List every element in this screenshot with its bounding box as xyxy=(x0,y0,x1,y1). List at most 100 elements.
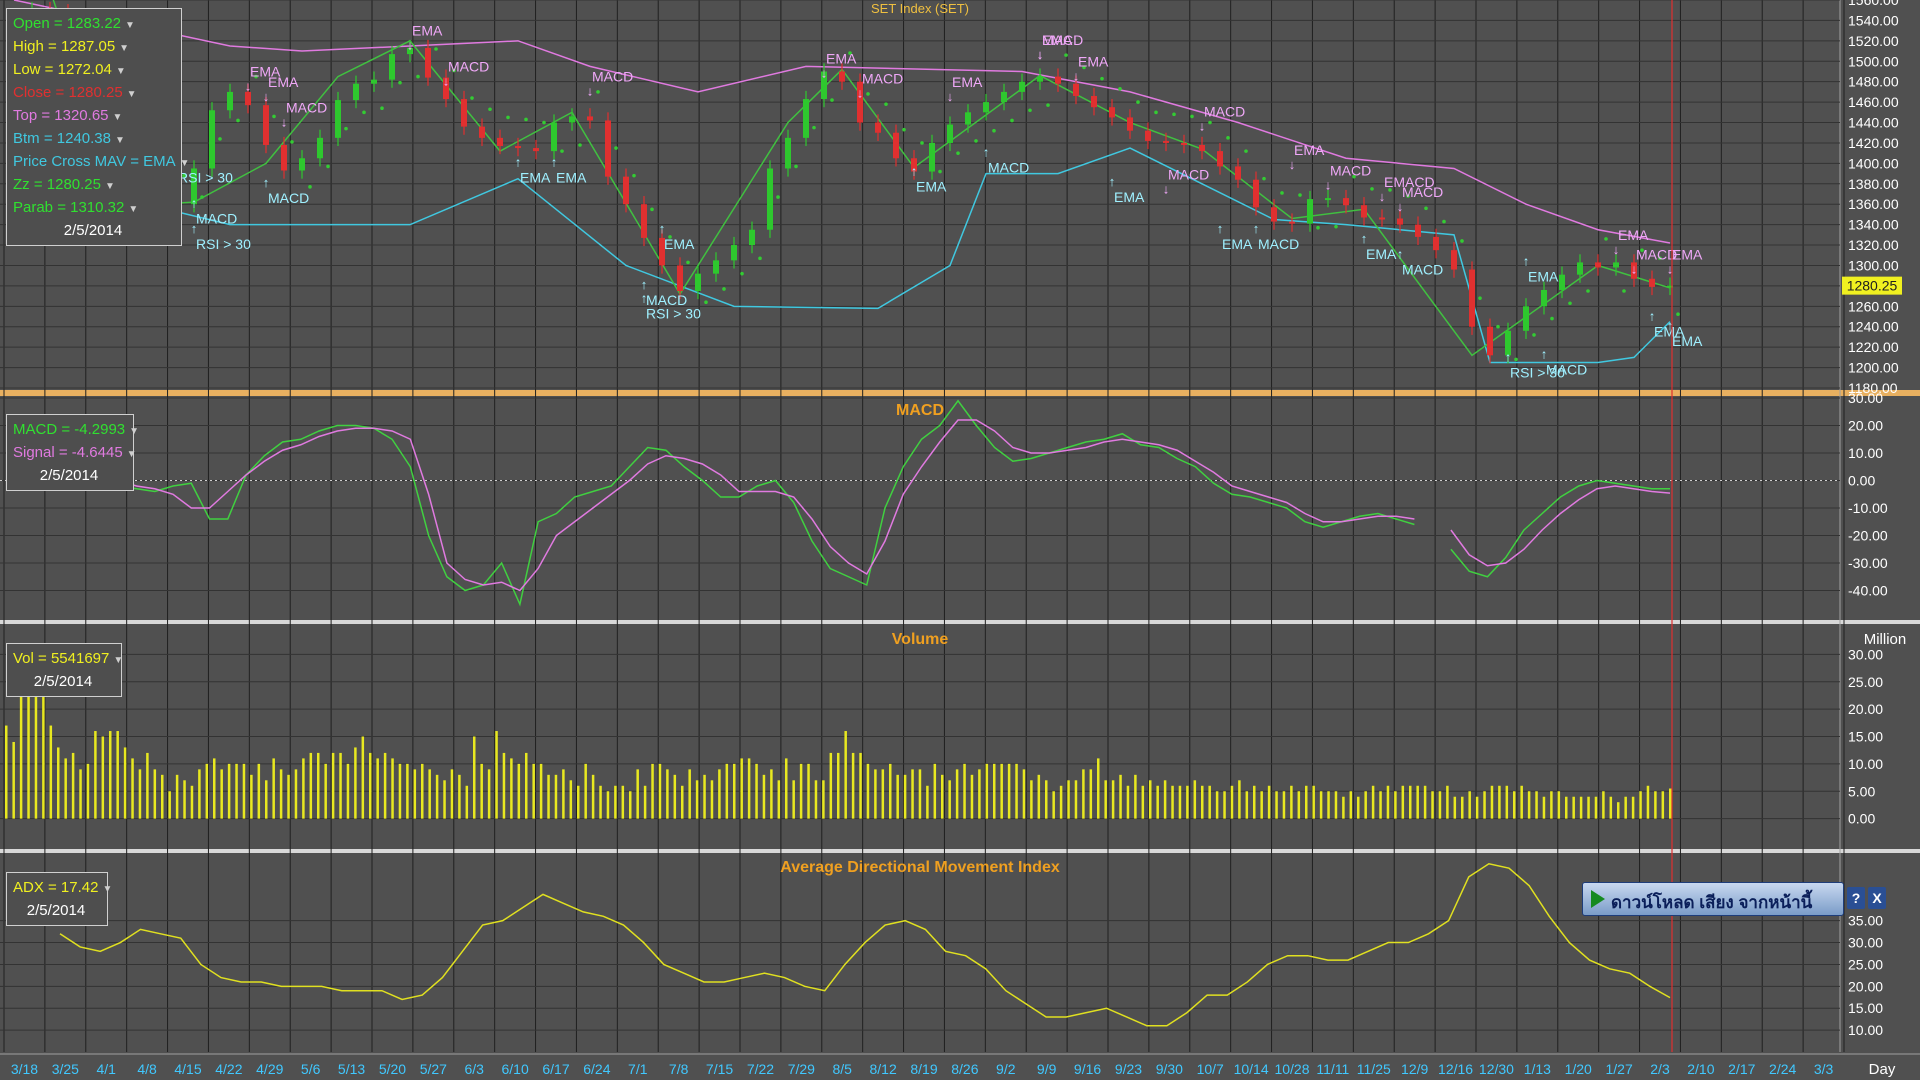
signal-label: MACD xyxy=(862,71,903,87)
play-icon[interactable] xyxy=(1591,890,1605,908)
y-axis-tick-label: 1360.00 xyxy=(1848,196,1899,212)
candle-body xyxy=(227,91,233,111)
parabolic-sar-dot xyxy=(488,107,492,112)
dropdown-arrow-icon[interactable]: ▼ xyxy=(105,181,115,192)
signal-arrow-icon: ↓ xyxy=(857,86,864,101)
candle-body xyxy=(281,144,287,171)
candle-body xyxy=(317,137,323,159)
y-axis-tick-label: 10.00 xyxy=(1848,756,1883,772)
volume-bar xyxy=(829,752,833,819)
dropdown-arrow-icon[interactable]: ▼ xyxy=(113,112,123,123)
dropdown-arrow-icon[interactable]: ▼ xyxy=(113,655,123,666)
dropdown-arrow-icon[interactable]: ▼ xyxy=(127,449,137,460)
volume-info-box: Vol = 5541697 ▼ 2/5/2014 xyxy=(6,643,123,697)
download-audio-popup[interactable]: ดาวน์โหลด เสียง จากหน้านี้ ? X xyxy=(1582,882,1886,916)
dropdown-arrow-icon[interactable]: ▼ xyxy=(102,884,112,895)
volume-bar xyxy=(822,780,825,819)
volume-bar xyxy=(1394,791,1397,819)
dropdown-arrow-icon[interactable]: ▼ xyxy=(119,43,129,54)
signal-arrow-icon: ↑ xyxy=(1523,254,1530,269)
candle-body xyxy=(569,116,575,123)
volume-bar xyxy=(1290,785,1293,819)
volume-bar xyxy=(532,763,535,819)
help-button[interactable]: ? xyxy=(1847,887,1865,909)
candle-body xyxy=(641,204,647,238)
parabolic-sar-dot xyxy=(1028,108,1032,113)
dropdown-arrow-icon[interactable]: ▼ xyxy=(116,66,126,77)
y-axis-tick-label: 25.00 xyxy=(1848,956,1883,972)
volume-bar xyxy=(465,785,469,819)
y-axis-tick-label: 35.00 xyxy=(1848,913,1883,929)
candle-body xyxy=(965,112,971,125)
candle-body xyxy=(1577,262,1583,275)
volume-bar xyxy=(1045,780,1048,819)
volume-bar xyxy=(718,769,721,819)
chart-window: 3/18 3/25 4/1 4/8 4/15 4/22 4/29 5/6 5/13 5/20 5/2… xyxy=(0,0,1920,1080)
candle-body xyxy=(1613,262,1619,268)
y-axis-tick-label: 10.00 xyxy=(1848,445,1883,461)
volume-bar xyxy=(933,763,937,819)
parabolic-sar-dot xyxy=(398,80,402,85)
signal-arrow-icon: ↑ xyxy=(1253,221,1260,236)
close-button[interactable]: X xyxy=(1868,887,1886,909)
parabolic-sar-dot xyxy=(1262,176,1266,181)
volume-bar xyxy=(168,791,171,819)
candle-body xyxy=(839,71,845,82)
panel-title: Volume xyxy=(892,631,949,648)
parabolic-sar-dot xyxy=(686,260,690,265)
volume-bar xyxy=(79,769,82,819)
y-axis-tick-label: 1260.00 xyxy=(1848,298,1899,314)
parabolic-sar-dot xyxy=(1514,357,1518,362)
candle-body xyxy=(1523,306,1529,331)
signal-arrow-icon: ↑ xyxy=(263,175,270,190)
candle-body xyxy=(1127,117,1133,131)
volume-bar xyxy=(1587,796,1590,819)
x-axis-unit-label: Day xyxy=(1869,1061,1896,1078)
y-axis-tick-label: 10.00 xyxy=(1848,1022,1883,1038)
volume-bar xyxy=(1319,791,1323,819)
volume-bar xyxy=(1594,796,1598,819)
download-audio-label[interactable]: ดาวน์โหลด เสียง จากหน้านี้ xyxy=(1611,889,1812,916)
dropdown-arrow-icon[interactable]: ▼ xyxy=(125,20,135,31)
dropdown-arrow-icon[interactable]: ▼ xyxy=(115,135,125,146)
dropdown-arrow-icon[interactable]: ▼ xyxy=(180,158,190,169)
candle-body xyxy=(929,142,935,172)
volume-bar xyxy=(1602,791,1605,819)
candle-body xyxy=(893,132,899,159)
volume-bar xyxy=(1223,791,1226,819)
dropdown-arrow-icon[interactable]: ▼ xyxy=(129,426,139,437)
x-axis-tick-label: 9/2 xyxy=(996,1061,1016,1077)
parabolic-sar-dot xyxy=(1316,225,1320,230)
close-value: Close = 1280.25 xyxy=(13,84,123,101)
signal-arrow-icon: ↑ xyxy=(551,154,558,169)
chart-svg[interactable]: 3/18 3/25 4/1 4/8 4/15 4/22 4/29 5/6 5/13 5/20 5/2… xyxy=(0,0,1920,1080)
x-axis-tick-label: 2/17 xyxy=(1728,1061,1755,1077)
volume-bar xyxy=(175,774,179,819)
signal-label: MACD xyxy=(1402,261,1443,277)
zigzag-value: Zz = 1280.25 xyxy=(13,176,101,193)
parabolic-sar-dot xyxy=(956,151,960,155)
candle-body xyxy=(1199,144,1205,152)
x-axis-tick-label: 5/6 xyxy=(301,1061,321,1077)
dropdown-arrow-icon[interactable]: ▼ xyxy=(128,204,138,215)
signal-arrow-icon: ↓ xyxy=(821,65,828,80)
candle-body xyxy=(1289,221,1295,224)
price-cross-mav: Price Cross MAV = EMA xyxy=(13,153,176,170)
volume-bar xyxy=(279,769,283,819)
volume-bar xyxy=(346,763,350,819)
volume-bar xyxy=(302,758,305,819)
y-axis-tick-label: 1340.00 xyxy=(1848,217,1899,233)
volume-bar xyxy=(740,758,743,819)
volume-bar xyxy=(317,752,320,819)
candle-body xyxy=(1091,95,1097,108)
volume-bar xyxy=(1490,785,1494,819)
adx-date: 2/5/2014 xyxy=(26,902,86,919)
signal-arrow-icon: ↓ xyxy=(1289,157,1296,172)
volume-bar xyxy=(287,774,290,819)
signal-label: EMA xyxy=(664,236,695,252)
parabolic-sar-dot xyxy=(794,164,798,169)
x-axis-tick-label: 8/19 xyxy=(910,1061,937,1077)
dropdown-arrow-icon[interactable]: ▼ xyxy=(127,89,137,100)
macd-value: MACD = -4.2993 xyxy=(13,421,126,438)
high-value: High = 1287.05 xyxy=(13,38,116,55)
